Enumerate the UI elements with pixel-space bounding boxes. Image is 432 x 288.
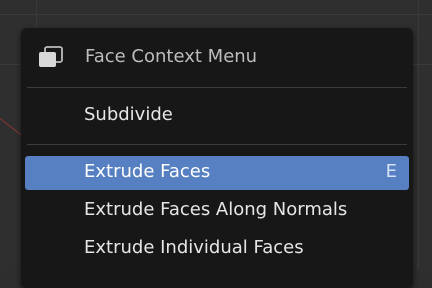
menu-item-subdivide[interactable]: Subdivide (25, 99, 409, 133)
face-context-menu: Face Context Menu Subdivide Extrude Face… (21, 28, 413, 288)
menu-item-label: Extrude Individual Faces (84, 237, 304, 258)
menu-item-label: Extrude Faces Along Normals (84, 199, 348, 220)
menu-item-extrude-individual-faces[interactable]: Extrude Individual Faces (25, 232, 409, 266)
grid-line (0, 14, 432, 15)
menu-item-extrude-faces-along-normals[interactable]: Extrude Faces Along Normals (25, 194, 409, 228)
face-select-icon (38, 46, 64, 68)
menu-item-label: Extrude Faces (84, 161, 211, 182)
menu-header: Face Context Menu (21, 28, 413, 86)
menu-title: Face Context Menu (85, 46, 258, 67)
grid-line (418, 0, 419, 269)
menu-item-extrude-faces[interactable]: Extrude Faces E (25, 156, 409, 190)
separator (27, 144, 407, 145)
shortcut-key: E (385, 161, 397, 182)
menu-item-label: Subdivide (84, 104, 173, 125)
separator (27, 87, 407, 88)
